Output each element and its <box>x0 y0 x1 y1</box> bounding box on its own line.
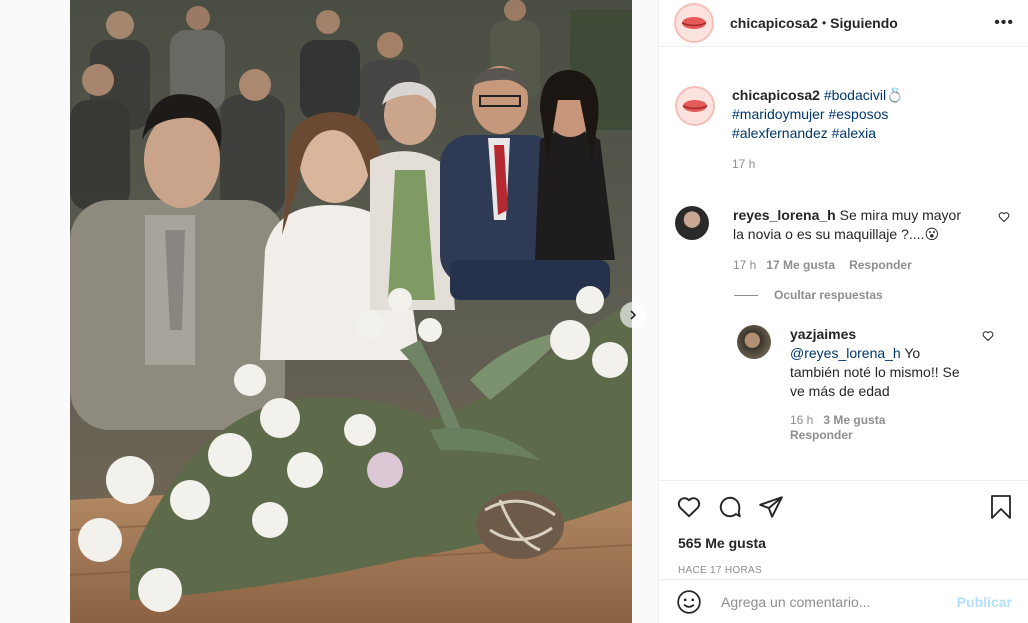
comments-list: chicapicosa2 #bodacivil💍 #maridoymujer #… <box>659 47 1028 480</box>
reply-like-heart-icon[interactable] <box>982 329 994 347</box>
avatar[interactable] <box>675 206 709 240</box>
hashtag[interactable]: #bodacivil💍 <box>824 87 904 103</box>
comment-meta: 17 h 17 Me gusta Responder <box>733 256 963 275</box>
post-caption: chicapicosa2 #bodacivil💍 #maridoymujer #… <box>675 86 1012 174</box>
avatar[interactable] <box>674 3 714 43</box>
comment-time: 17 h <box>733 258 757 272</box>
comment-username[interactable]: reyes_lorena_h <box>733 207 836 223</box>
reply-item: yazjaimes @reyes_lorena_h Yo también not… <box>737 325 1012 443</box>
comment-body: reyes_lorena_h Se mira muy mayor la novi… <box>733 206 963 275</box>
wedding-photo-illustration <box>70 0 632 623</box>
divider-line <box>734 294 758 296</box>
chevron-right-icon <box>630 310 637 320</box>
reply-username[interactable]: yazjaimes <box>790 326 856 342</box>
heart-icon[interactable] <box>676 494 702 520</box>
reply-button[interactable]: Responder <box>849 256 912 275</box>
next-photo-button[interactable] <box>620 302 646 328</box>
posted-time: HACE 17 HORAS <box>678 565 762 576</box>
action-bar <box>659 481 1028 521</box>
post-side-panel: chicapicosa2 • Siguiendo ••• chicapicosa… <box>658 0 1028 623</box>
reply-likes[interactable]: 3 Me gusta <box>823 413 885 428</box>
caption-body: chicapicosa2 #bodacivil💍 #maridoymujer #… <box>732 86 904 174</box>
reply-time: 16 h <box>790 413 814 427</box>
caption-username[interactable]: chicapicosa2 <box>732 87 820 103</box>
comment-icon[interactable] <box>717 494 743 520</box>
lips-logo-icon <box>681 17 707 29</box>
avatar[interactable] <box>737 325 771 359</box>
following-button[interactable]: Siguiendo <box>830 15 898 31</box>
reply-button[interactable]: Responder <box>790 428 970 443</box>
reply-body: yazjaimes @reyes_lorena_h Yo también not… <box>790 325 970 443</box>
caption-avatar[interactable] <box>675 86 715 126</box>
separator-dot: • <box>821 16 827 30</box>
hashtag[interactable]: #maridoymujer <box>732 106 825 122</box>
post-actions-section: 565 Me gusta HACE 17 HORAS Publicar <box>659 480 1028 623</box>
caption-time: 17 h <box>732 157 756 171</box>
publish-button[interactable]: Publicar <box>957 594 1012 610</box>
likes-count[interactable]: 565 Me gusta <box>659 521 1028 551</box>
share-icon[interactable] <box>758 494 784 520</box>
instagram-post-view: chicapicosa2 • Siguiendo ••• chicapicosa… <box>0 0 1028 623</box>
comment-item: reyes_lorena_h Se mira muy mayor la novi… <box>675 206 1012 275</box>
comment-like-heart-icon[interactable] <box>998 210 1010 228</box>
lips-logo-icon <box>682 100 708 112</box>
more-options-icon[interactable]: ••• <box>994 14 1014 32</box>
comment-likes[interactable]: 17 Me gusta <box>766 256 835 275</box>
hide-replies-toggle[interactable]: Ocultar respuestas <box>734 288 1012 302</box>
hashtag[interactable]: #alexia <box>832 125 876 141</box>
hashtag[interactable]: #esposos <box>828 106 888 122</box>
add-comment-bar: Publicar <box>659 579 1028 623</box>
reply-mention[interactable]: @reyes_lorena_h <box>790 345 901 361</box>
comment-input[interactable] <box>721 593 957 610</box>
emoji-icon[interactable] <box>676 589 702 615</box>
post-photo <box>70 0 632 623</box>
post-username[interactable]: chicapicosa2 <box>730 15 818 31</box>
hide-replies-label: Ocultar respuestas <box>774 288 883 302</box>
reply-meta: 16 h 3 Me gusta Responder <box>790 413 970 443</box>
hashtag[interactable]: #alexfernandez <box>732 125 828 141</box>
post-header: chicapicosa2 • Siguiendo ••• <box>659 0 1028 47</box>
bookmark-icon[interactable] <box>989 494 1013 520</box>
